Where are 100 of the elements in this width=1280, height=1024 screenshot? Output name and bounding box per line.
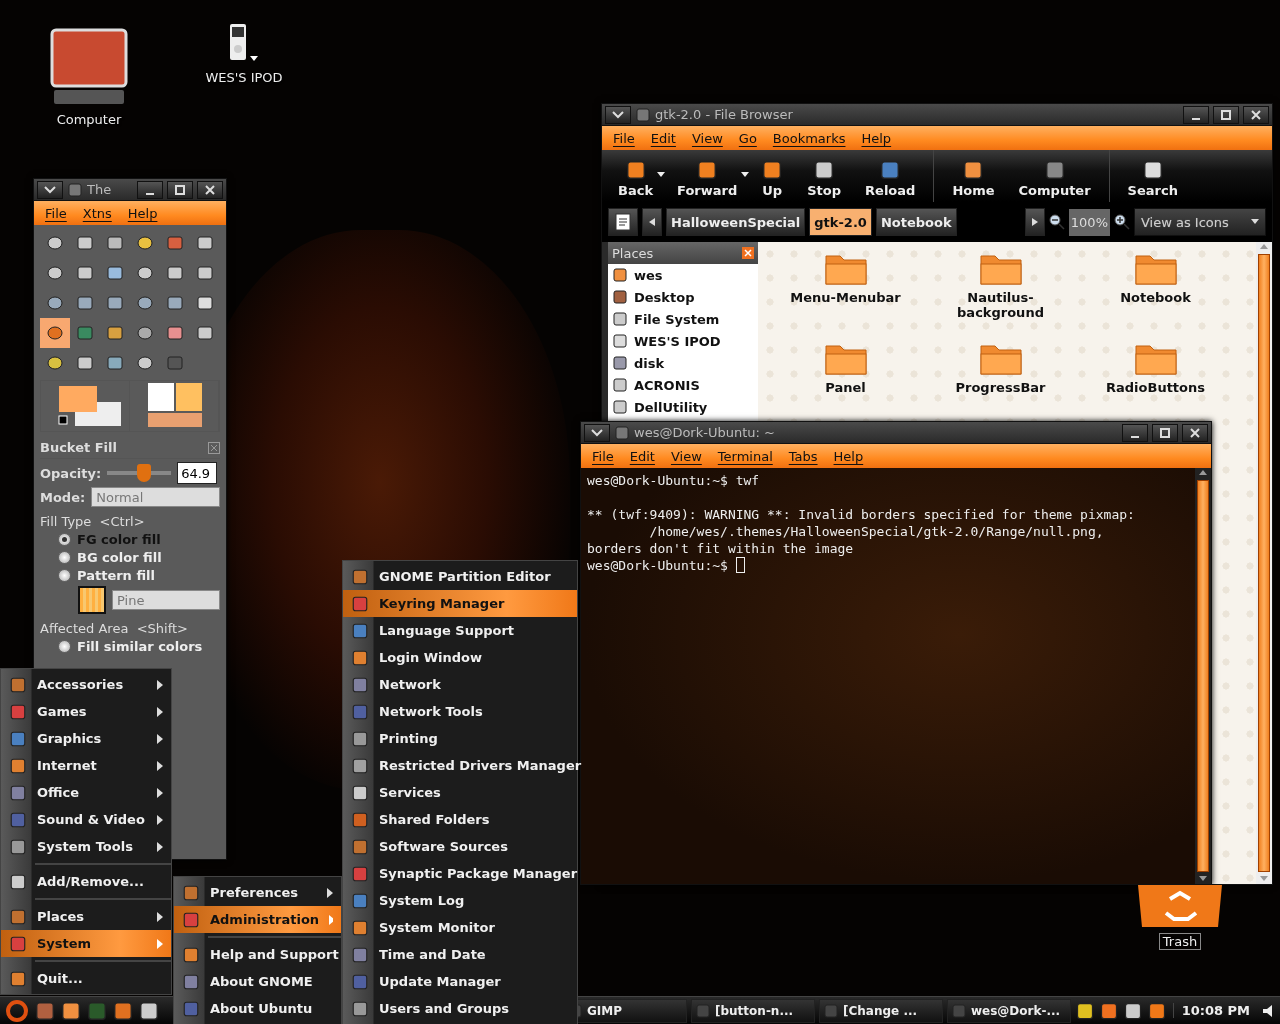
task-button[interactable]: [Change ...	[819, 998, 943, 1023]
menu-item[interactable]: Help and Support	[174, 941, 341, 968]
menu-item[interactable]: Language Support	[343, 617, 577, 644]
menu-item[interactable]: Keyring Manager	[343, 590, 577, 617]
menu-item[interactable]: System Tools	[1, 833, 171, 860]
menu-item[interactable]: Office	[1, 779, 171, 806]
menu-item[interactable]: Login Window	[343, 644, 577, 671]
close-icon[interactable]	[742, 247, 754, 259]
menu-title[interactable]: File	[585, 446, 621, 466]
scroll-left-button[interactable]	[642, 208, 662, 236]
view-dropdown[interactable]: View as Icons	[1134, 208, 1266, 236]
clock[interactable]: 10:08 PM	[1172, 1003, 1258, 1018]
menu-item[interactable]: Administration	[174, 906, 341, 933]
menu-item[interactable]: Shared Folders	[343, 806, 577, 833]
menu-title[interactable]: File	[38, 203, 74, 223]
window-menu-button[interactable]	[37, 180, 63, 199]
place-item[interactable]: WES'S IPOD	[608, 330, 758, 352]
minimize-button[interactable]	[1122, 423, 1148, 442]
task-button[interactable]: [button-n...	[691, 998, 815, 1023]
task-button[interactable]: wes@Dork-...	[947, 998, 1071, 1023]
menu-item[interactable]: Preferences	[174, 879, 341, 906]
menu-title[interactable]: Terminal	[710, 446, 780, 466]
menu-item[interactable]: About GNOME	[174, 968, 341, 995]
toolbar-button[interactable]: Back	[606, 150, 666, 202]
place-item[interactable]: Desktop	[608, 286, 758, 308]
file-name[interactable]: ProgressBar	[955, 380, 1046, 395]
menu-title[interactable]: Edit	[643, 128, 683, 148]
toolbar-button[interactable]: Home	[940, 150, 1007, 202]
window-menu-button[interactable]	[605, 105, 631, 124]
place-item[interactable]: disk	[608, 352, 758, 374]
window-menu-button[interactable]	[584, 423, 610, 442]
menu-title[interactable]: View	[663, 446, 709, 466]
zoom-out-icon[interactable]	[1048, 214, 1065, 230]
close-button[interactable]	[197, 180, 223, 199]
menu-title[interactable]: File	[606, 128, 642, 148]
menu-item[interactable]: Services	[343, 779, 577, 806]
menu-item[interactable]: Games	[1, 698, 171, 725]
menu-title[interactable]: Xtns	[75, 203, 119, 223]
path-button[interactable]: HalloweenSpecial	[666, 208, 806, 236]
path-button[interactable]: gtk-2.0	[809, 208, 872, 236]
menu-item[interactable]: Accessories	[1, 671, 171, 698]
down-arrow-icon[interactable]	[1199, 876, 1207, 882]
menu-item[interactable]: About Ubuntu	[174, 995, 341, 1022]
edit-location-button[interactable]	[608, 208, 638, 236]
place-item[interactable]: wes	[608, 264, 758, 286]
menu-title[interactable]: Go	[731, 128, 764, 148]
menu-item[interactable]: Update Manager	[343, 968, 577, 995]
menu-item[interactable]: System	[1, 930, 171, 957]
toolbar-button[interactable]: Up	[749, 150, 796, 202]
place-item[interactable]: File System	[608, 308, 758, 330]
menu-item[interactable]: GNOME Partition Editor	[343, 563, 577, 590]
up-arrow-icon[interactable]	[1199, 470, 1207, 476]
menu-item[interactable]: Time and Date	[343, 941, 577, 968]
toolbar-button[interactable]: Reload	[853, 150, 928, 202]
menu-title[interactable]: Edit	[622, 446, 662, 466]
slider-thumb[interactable]	[137, 464, 152, 482]
menu-title[interactable]: Help	[826, 446, 871, 466]
menu-item[interactable]: Places	[1, 903, 171, 930]
file-name[interactable]: Notebook	[1120, 290, 1191, 305]
close-button[interactable]	[1182, 423, 1208, 442]
radio-option[interactable]: Fill similar colors	[40, 639, 220, 654]
scroll-right-button[interactable]	[1024, 208, 1045, 236]
menu-item[interactable]: System Monitor	[343, 914, 577, 941]
menu-item[interactable]: Internet	[1, 752, 171, 779]
file-name[interactable]: Menu-Menubar	[790, 290, 901, 305]
maximize-button[interactable]	[1152, 423, 1178, 442]
close-button[interactable]	[1243, 105, 1269, 124]
tool-button[interactable]	[40, 318, 70, 348]
toolbar-button[interactable]: Stop	[795, 150, 854, 202]
radio-option[interactable]: Pattern fill	[40, 568, 220, 583]
caret-icon[interactable]	[741, 172, 750, 178]
file-name[interactable]: Panel	[825, 380, 866, 395]
path-button[interactable]: Notebook	[875, 208, 957, 236]
menu-title[interactable]: Help	[854, 128, 899, 148]
scrollbar[interactable]	[1195, 468, 1211, 884]
toolbar-button[interactable]: Computer	[1006, 150, 1103, 202]
minimize-button[interactable]	[137, 180, 163, 199]
menu-item[interactable]: Synaptic Package Manager	[343, 860, 577, 887]
file-name[interactable]: Nautilus- background	[957, 290, 1044, 320]
menu-item[interactable]: Software Sources	[343, 833, 577, 860]
toolbar-button[interactable]: Forward	[665, 150, 750, 202]
menu-item[interactable]: Sound & Video	[1, 806, 171, 833]
menu-item[interactable]: Network	[343, 671, 577, 698]
minimize-button[interactable]	[1183, 105, 1209, 124]
trash-icon[interactable]	[1136, 885, 1224, 929]
menu-title[interactable]: Bookmarks	[765, 128, 853, 148]
place-item[interactable]: ACRONIS	[608, 374, 758, 396]
pattern-swatch[interactable]	[78, 586, 106, 614]
opacity-field[interactable]: 64.9	[177, 462, 218, 484]
zoom-in-icon[interactable]	[1114, 214, 1130, 230]
radio-option[interactable]: BG color fill	[40, 550, 220, 565]
menu-item[interactable]: Add/Remove...	[1, 868, 171, 895]
menu-title[interactable]: Tabs	[781, 446, 825, 466]
place-item[interactable]: DellUtility	[608, 396, 758, 418]
menu-item[interactable]: Quit...	[1, 965, 171, 992]
caret-icon[interactable]	[657, 172, 666, 178]
file-name[interactable]: RadioButtons	[1106, 380, 1205, 395]
menu-item[interactable]: System Log	[343, 887, 577, 914]
menu-item[interactable]: Printing	[343, 725, 577, 752]
maximize-button[interactable]	[167, 180, 193, 199]
